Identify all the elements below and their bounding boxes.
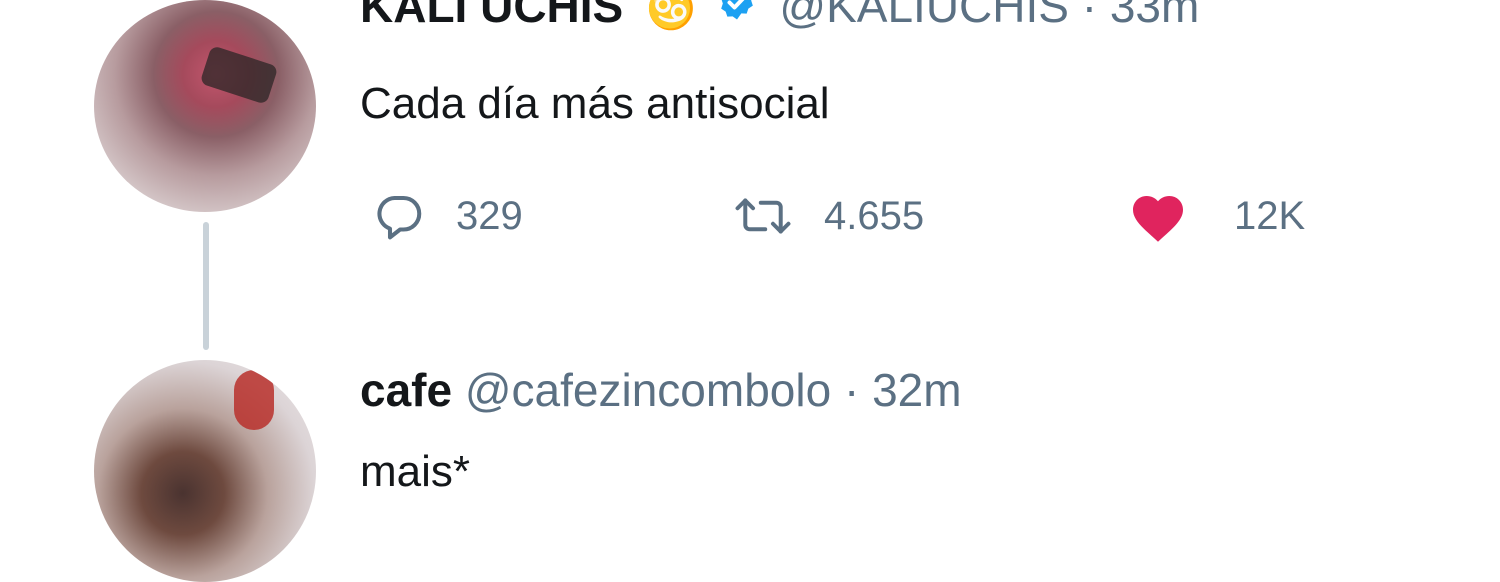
reply-icon — [377, 195, 422, 240]
retweet-icon — [735, 198, 791, 234]
retweet-count: 4.655 — [824, 193, 925, 238]
like-button[interactable]: 12K — [1128, 186, 1305, 246]
retweet-button[interactable]: 4.655 — [732, 186, 924, 246]
zodiac-emoji: ♋ — [646, 0, 696, 31]
reply-button[interactable]: 329 — [372, 186, 523, 246]
separator-dot: · — [1081, 0, 1098, 32]
user-handle[interactable]: @cafezincombolo — [465, 364, 831, 416]
verified-badge-icon — [717, 0, 757, 34]
reply-count: 329 — [456, 193, 523, 238]
separator-dot: · — [843, 364, 860, 416]
user-handle[interactable]: @KALIUCHIS — [779, 0, 1069, 32]
tweet-header: KALI UCHIS ♋ @KALIUCHIS · 33m — [360, 0, 1199, 38]
avatar[interactable] — [94, 0, 316, 212]
tweet-header: cafe @cafezincombolo · 32m — [360, 360, 962, 420]
timestamp[interactable]: 32m — [872, 364, 961, 416]
tweet-text: Cada día más antisocial — [360, 79, 830, 128]
heart-icon — [1133, 196, 1183, 242]
timestamp[interactable]: 33m — [1110, 0, 1199, 32]
tweet-text: mais* — [360, 447, 471, 496]
avatar[interactable] — [94, 360, 316, 582]
display-name[interactable]: KALI UCHIS — [360, 0, 623, 32]
like-count: 12K — [1234, 193, 1306, 238]
thread-connector-line — [203, 222, 209, 350]
display-name[interactable]: cafe — [360, 364, 452, 416]
